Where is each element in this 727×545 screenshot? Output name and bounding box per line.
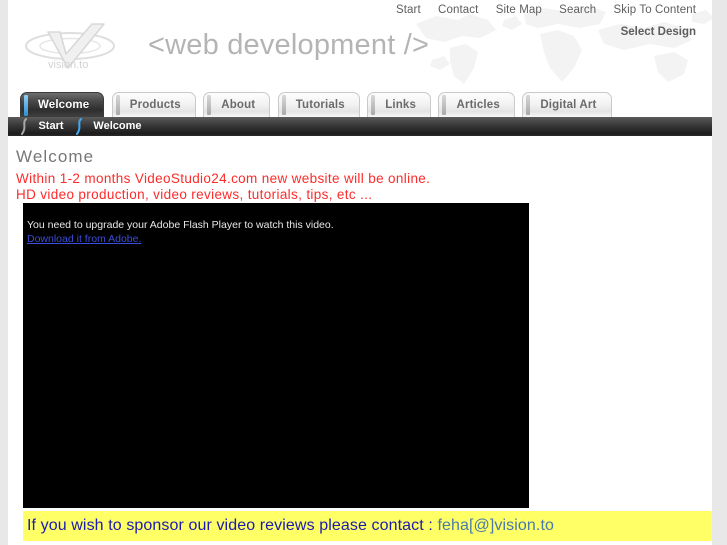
page-root: Start Contact Site Map Search Skip To Co… [0, 0, 727, 545]
flash-upgrade-message: You need to upgrade your Adobe Flash Pla… [27, 219, 334, 231]
site-logo[interactable]: vision.to [20, 16, 132, 78]
notice-line-2: HD video production, video reviews, tuto… [16, 186, 373, 202]
top-navigation[interactable]: Start Contact Site Map Search Skip To Co… [382, 4, 696, 16]
logo-wordmark: vision.to [48, 59, 88, 71]
main-tab-bar[interactable]: Welcome Products About Tutorials Links A… [8, 92, 712, 117]
topnav-link-skip-to-content[interactable]: Skip To Content [614, 4, 696, 16]
breadcrumb-separator-icon-active [73, 117, 86, 136]
page-title: Welcome [16, 147, 95, 166]
sponsor-email-address[interactable]: feha[@]vision.to [437, 517, 554, 534]
sponsor-banner-text: If you wish to sponsor our video reviews… [27, 517, 438, 534]
sponsor-banner: If you wish to sponsor our video reviews… [23, 511, 712, 541]
breadcrumb-item-welcome[interactable]: Welcome [90, 117, 146, 136]
tab-digital-art[interactable]: Digital Art [522, 92, 612, 117]
topnav-link-search[interactable]: Search [559, 4, 596, 16]
tab-tutorials[interactable]: Tutorials [277, 92, 360, 117]
vision-logo-icon: vision.to [25, 23, 115, 71]
tab-links[interactable]: Links [367, 92, 432, 117]
tab-products[interactable]: Products [111, 92, 196, 117]
breadcrumb: Start Welcome [8, 117, 712, 136]
page-brand-title: <web development /> [148, 29, 430, 61]
breadcrumb-item-welcome-label: Welcome [93, 120, 142, 132]
tab-about[interactable]: About [203, 92, 271, 117]
topnav-link-site-map[interactable]: Site Map [496, 4, 542, 16]
video-player[interactable]: You need to upgrade your Adobe Flash Pla… [23, 203, 529, 508]
flash-download-link[interactable]: Download it from Adobe. [27, 233, 141, 245]
select-design-button[interactable]: Select Design [621, 26, 696, 38]
breadcrumb-item-start[interactable]: Start [35, 117, 68, 136]
notice-line-1: Within 1-2 months VideoStudio24.com new … [16, 171, 431, 186]
main-content: Welcome Within 1-2 months VideoStudio24.… [8, 136, 712, 202]
breadcrumb-item-start-label: Start [38, 120, 64, 132]
site-header: Start Contact Site Map Search Skip To Co… [8, 0, 712, 92]
site-shell: Start Contact Site Map Search Skip To Co… [8, 0, 712, 545]
tab-articles[interactable]: Articles [438, 92, 515, 117]
topnav-link-contact[interactable]: Contact [438, 4, 478, 16]
tab-welcome[interactable]: Welcome [20, 92, 105, 117]
topnav-link-start[interactable]: Start [396, 4, 421, 16]
breadcrumb-separator-icon [18, 117, 31, 136]
